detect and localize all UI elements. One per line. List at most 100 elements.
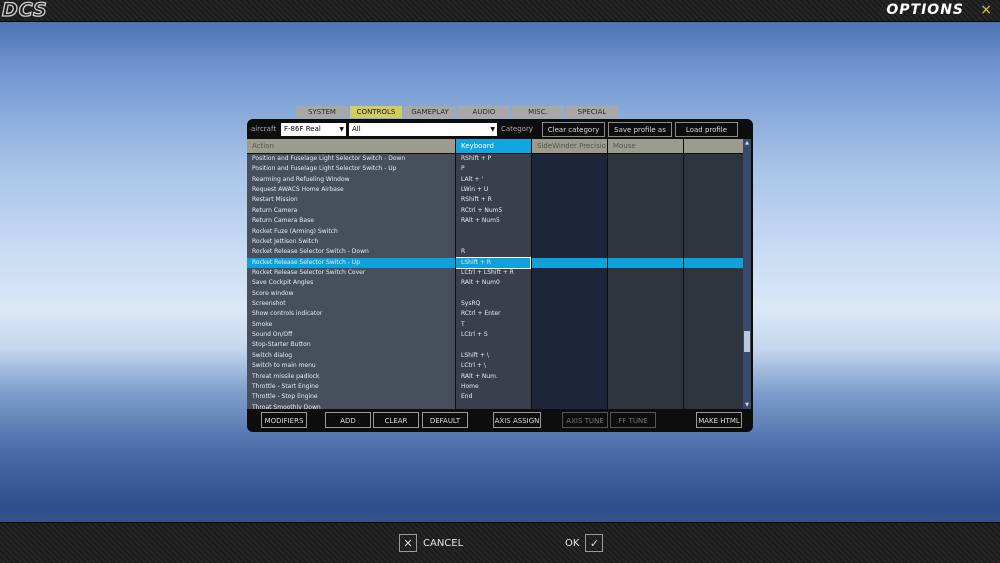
table-row[interactable]: Switch dialog LShift + \	[247, 351, 743, 361]
table-row[interactable]: Rearming and Refueling Window LAlt + '	[247, 175, 743, 185]
keyboard-cell[interactable]: RShift + P	[461, 154, 533, 164]
table-row[interactable]: Switch to main menu LCtrl + \	[247, 361, 743, 371]
table-row[interactable]: Rocket Fuze (Arming) Switch	[247, 227, 743, 237]
keyboard-cell[interactable]: RAlt + Num0	[461, 278, 533, 288]
keyboard-cell[interactable]: LShift + R	[455, 256, 531, 269]
make-html-button[interactable]: MAKE HTML	[696, 412, 742, 428]
clear-button[interactable]: CLEAR	[373, 412, 419, 428]
grid-scrollbar[interactable]: ▲ ▼	[743, 139, 751, 409]
tab-controls[interactable]: CONTROLS	[350, 106, 402, 118]
action-cell: Switch to main menu	[252, 362, 316, 370]
keyboard-cell[interactable]	[461, 340, 533, 350]
action-cell: Throttle - Stop Engine	[252, 393, 318, 401]
table-row[interactable]: Screenshot SysRQ	[247, 299, 743, 309]
table-row[interactable]: Return Camera RCtrl + Num5	[247, 206, 743, 216]
checkmark-icon: ✓	[585, 534, 604, 552]
tab-gameplay[interactable]: GAMEPLAY	[404, 106, 456, 118]
action-cell: Return Camera Base	[252, 217, 314, 225]
action-cell: Rocket Fuze (Arming) Switch	[252, 227, 338, 235]
default-button[interactable]: DEFAULT	[422, 412, 468, 428]
keyboard-cell[interactable]: RAlt + Num.	[461, 372, 533, 382]
table-row[interactable]: Return Camera Base RAlt + Num5	[247, 216, 743, 226]
keyboard-cell[interactable]	[461, 227, 533, 237]
ff-tune-button[interactable]: FF TUNE	[610, 412, 656, 428]
table-row[interactable]: Score window	[247, 289, 743, 299]
column-divider	[683, 139, 684, 409]
clear-category-button[interactable]: Clear category	[542, 122, 605, 137]
table-row[interactable]: Rocket Release Selector Switch - Up LShif…	[247, 256, 743, 269]
keyboard-cell[interactable]: R	[461, 247, 533, 257]
action-cell: Threat missile padlock	[252, 372, 320, 380]
table-row[interactable]: Threat missile padlock RAlt + Num.	[247, 372, 743, 382]
column-header-sidewinder[interactable]: SideWinder Precisio	[532, 139, 607, 153]
aircraft-label: aircraft	[251, 125, 277, 133]
action-cell: Smoke	[252, 320, 273, 328]
keyboard-cell[interactable]: RCtrl + Enter	[461, 309, 533, 319]
keyboard-cell[interactable]: RCtrl + Num5	[461, 206, 533, 216]
table-row[interactable]: Rocket Release Selector Switch - Down R	[247, 247, 743, 257]
keyboard-cell[interactable]: P	[461, 164, 533, 174]
binding-actions: MODIFIERS ADD CLEAR DEFAULT AXIS ASSIGN …	[247, 412, 753, 429]
table-row[interactable]: Stop-Starter Button	[247, 340, 743, 350]
scrollbar-thumb[interactable]	[744, 331, 750, 352]
close-icon[interactable]: ×	[980, 1, 992, 19]
action-cell: Score window	[252, 289, 294, 297]
cancel-button[interactable]: ✕ CANCEL	[399, 533, 463, 553]
keyboard-cell[interactable]: LAlt + '	[461, 175, 533, 185]
table-row[interactable]: Throat Smoothly Down	[247, 403, 743, 409]
add-button[interactable]: ADD	[325, 412, 371, 428]
ok-label: OK	[565, 537, 580, 549]
table-row[interactable]: Show controls indicator RCtrl + Enter	[247, 309, 743, 319]
keyboard-cell[interactable]	[461, 403, 533, 409]
aircraft-select[interactable]: F-86F Real ▼	[281, 123, 346, 136]
table-row[interactable]: Request AWACS Home Airbase LWin + U	[247, 185, 743, 195]
keyboard-cell[interactable]: LCtrl + S	[461, 330, 533, 340]
tab-audio[interactable]: AUDIO	[458, 106, 510, 118]
keyboard-cell[interactable]: SysRQ	[461, 299, 533, 309]
keyboard-cell[interactable]: T	[461, 320, 533, 330]
keyboard-cell[interactable]: LCtrl + \	[461, 361, 533, 371]
keyboard-cell[interactable]: LCtrl + LShift + R	[461, 268, 533, 278]
table-row[interactable]: Smoke T	[247, 320, 743, 330]
keyboard-cell[interactable]	[461, 289, 533, 299]
column-header-keyboard[interactable]: Keyboard	[456, 139, 531, 153]
keyboard-cell[interactable]: LShift + \	[461, 351, 533, 361]
load-profile-button[interactable]: Load profile	[675, 122, 738, 137]
scroll-up-icon[interactable]: ▲	[744, 140, 750, 146]
cancel-label: CANCEL	[423, 537, 464, 549]
keyboard-cell[interactable]: Home	[461, 382, 533, 392]
axis-tune-button[interactable]: AXIS TUNE	[562, 412, 608, 428]
action-cell: Return Camera	[252, 206, 298, 214]
table-row[interactable]: Save Cockpit Angles RAlt + Num0	[247, 278, 743, 288]
scroll-down-icon[interactable]: ▼	[744, 402, 750, 408]
action-cell: Rocket Release Selector Switch Cover	[252, 268, 366, 276]
column-header-mouse[interactable]: Mouse	[608, 139, 683, 153]
table-row[interactable]: Throttle - Stop Engine End	[247, 392, 743, 402]
keyboard-cell[interactable]: LWin + U	[461, 185, 533, 195]
keyboard-cell[interactable]: RAlt + Num5	[461, 216, 533, 226]
table-row[interactable]: Sound On/Off LCtrl + S	[247, 330, 743, 340]
modifiers-button[interactable]: MODIFIERS	[261, 412, 307, 428]
column-header-action[interactable]: Action	[247, 139, 455, 153]
keyboard-cell[interactable]: End	[461, 392, 533, 402]
dcs-logo: DCS	[1, 0, 48, 21]
table-row[interactable]: Position and Fuselage Light Selector Swi…	[247, 164, 743, 174]
table-row[interactable]: Throttle - Start Engine Home	[247, 382, 743, 392]
table-row[interactable]: Restart Mission RShift + R	[247, 195, 743, 205]
table-row[interactable]: Rocket Jettison Switch	[247, 237, 743, 247]
category-select[interactable]: All ▼	[349, 123, 497, 136]
keyboard-cell[interactable]	[461, 237, 533, 247]
keyboard-cell[interactable]: RShift + R	[461, 195, 533, 205]
table-row[interactable]: Rocket Release Selector Switch Cover LCtr…	[247, 268, 743, 278]
table-row[interactable]: Position and Fuselage Light Selector Swi…	[247, 154, 743, 164]
save-profile-button[interactable]: Save profile as	[608, 122, 672, 137]
action-cell: Throttle - Start Engine	[252, 382, 319, 390]
tab-misc[interactable]: MISC.	[512, 106, 564, 118]
axis-assign-button[interactable]: AXIS ASSIGN	[493, 412, 541, 428]
action-cell: Request AWACS Home Airbase	[252, 186, 344, 194]
tab-system[interactable]: SYSTEM	[296, 106, 348, 118]
column-divider	[607, 139, 608, 409]
cancel-icon: ✕	[399, 534, 417, 552]
ok-button[interactable]: OK ✓	[565, 533, 604, 553]
tab-special[interactable]: SPECIAL	[566, 106, 618, 118]
